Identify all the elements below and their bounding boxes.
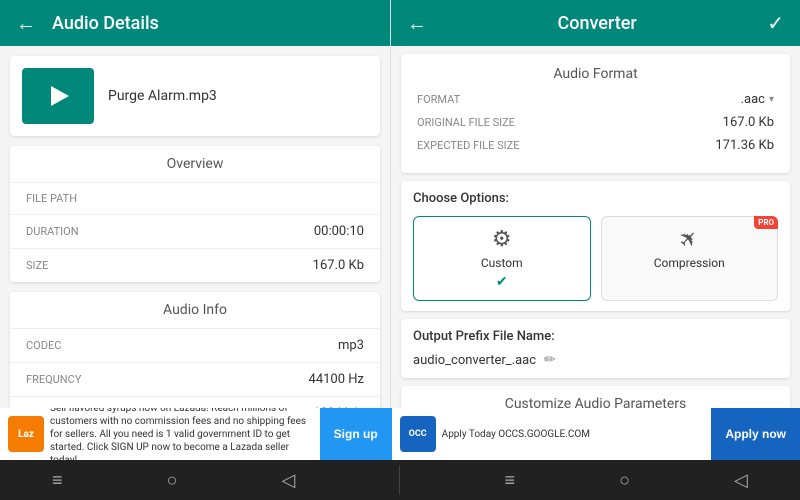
left-header: ← Audio Details [0,0,390,46]
ad-left-logo: Laz [8,416,44,452]
prefix-value: audio_converter_.aac [413,353,536,368]
play-button[interactable] [22,68,94,124]
right-panel: ← Converter ✓ Audio Format FORMAT .aac ▾… [390,0,800,408]
ad-right-text: Apply Today OCCS.GOOGLE.COM [442,428,590,441]
format-label: ORIGINAL FILE SIZE [417,116,515,129]
confirm-button[interactable]: ✓ [767,11,784,35]
info-value: mp3 [338,338,364,353]
gear-icon: ⚙ [492,227,512,252]
format-value: 167.0 Kb [723,115,774,130]
ad-banner: Laz Sell flavored syrups now on Lazada! … [0,408,800,460]
format-value: 171.36 Kb [715,138,774,153]
nav-back-icon[interactable]: ◁ [282,470,296,491]
prefix-value-row: audio_converter_.aac ✏ [413,352,778,368]
option-label: Compression [654,256,725,270]
right-header: ← Converter ✓ [391,0,800,46]
bottom-nav: ≡ ○ ◁ ≡ ○ ◁ [0,460,800,500]
table-row: CODEC mp3 [10,329,380,363]
table-row: DURATION 00:00:10 [10,215,380,249]
customize-section: Customize Audio Parameters CODEC AAC ▾ F… [401,386,790,408]
audio-preview-card: Purge Alarm.mp3 [10,56,380,136]
nav-menu-icon[interactable]: ≡ [52,470,63,491]
table-row: BITRATE 128 kb/s [10,397,380,408]
left-back-button[interactable]: ← [16,11,36,36]
compress-icon: ✈ [674,224,705,255]
info-label: FREQUNCY [26,373,81,386]
nav-home-icon[interactable]: ○ [167,470,178,491]
overview-card: Overview FILE PATH DURATION 00:00:10 SIZ… [10,146,380,282]
ad-left: Laz Sell flavored syrups now on Lazada! … [0,408,320,460]
ad-left-text: Sell flavored syrups now on Lazada! Reac… [50,408,312,460]
format-label: EXPECTED FILE SIZE [417,139,519,152]
check-icon: ✔ [496,274,508,290]
output-prefix-section: Output Prefix File Name: audio_converter… [401,319,790,378]
dropdown-icon: ▾ [769,94,774,105]
ad-right-logo: OCC [400,416,436,452]
info-value: 44100 Hz [309,372,364,387]
nav-back-icon-2[interactable]: ◁ [734,470,748,491]
edit-icon[interactable]: ✏ [544,352,556,368]
left-content: Purge Alarm.mp3 Overview FILE PATH DURAT… [0,46,390,408]
info-label: CODEC [26,339,61,352]
options-title: Choose Options: [413,191,778,206]
info-value: 167.0 Kb [313,258,364,273]
audio-info-title: Audio Info [10,292,380,329]
nav-menu-icon-2[interactable]: ≡ [505,470,516,491]
audio-format-card: Audio Format FORMAT .aac ▾ ORIGINAL FILE… [401,54,790,173]
output-prefix-title: Output Prefix File Name: [413,329,778,344]
right-back-button[interactable]: ← [407,11,427,36]
format-value-wrap[interactable]: .aac ▾ [741,92,774,107]
audio-filename: Purge Alarm.mp3 [108,88,217,104]
custom-option[interactable]: ⚙ Custom ✔ [413,216,591,301]
options-grid: ⚙ Custom ✔ PRO ✈ Compression [413,216,778,301]
info-label: DURATION [26,225,79,238]
customize-title: Customize Audio Parameters [413,396,778,408]
signup-button[interactable]: Sign up [320,408,392,460]
audio-info-card: Audio Info CODEC mp3 FREQUNCY 44100 Hz B… [10,292,380,408]
table-row: SIZE 167.0 Kb [10,249,380,282]
choose-options-section: Choose Options: ⚙ Custom ✔ PRO ✈ Compres… [401,181,790,311]
info-value: 00:00:10 [314,224,364,239]
option-label: Custom [481,256,523,270]
format-value: .aac [741,92,765,107]
table-row: EXPECTED FILE SIZE 171.36 Kb [417,138,774,153]
table-row: FREQUNCY 44100 Hz [10,363,380,397]
info-label: FILE PATH [26,192,77,205]
ad-right: OCC Apply Today OCCS.GOOGLE.COM [392,412,712,456]
overview-title: Overview [10,146,380,183]
right-title: Converter [557,13,636,34]
table-row: FILE PATH [10,183,380,215]
right-content: Audio Format FORMAT .aac ▾ ORIGINAL FILE… [391,46,800,408]
apply-now-button[interactable]: Apply now [711,408,800,460]
nav-home-icon-2[interactable]: ○ [619,470,630,491]
table-row: FORMAT .aac ▾ [417,92,774,107]
audio-format-title: Audio Format [417,66,774,82]
pro-badge: PRO [754,216,778,229]
nav-divider [399,465,400,495]
play-triangle-icon [51,86,69,106]
left-title: Audio Details [52,13,159,34]
table-row: ORIGINAL FILE SIZE 167.0 Kb [417,115,774,130]
info-label: SIZE [26,259,48,272]
left-panel: ← Audio Details Purge Alarm.mp3 Overview… [0,0,390,408]
format-label: FORMAT [417,93,460,106]
compression-option[interactable]: PRO ✈ Compression [601,216,779,301]
